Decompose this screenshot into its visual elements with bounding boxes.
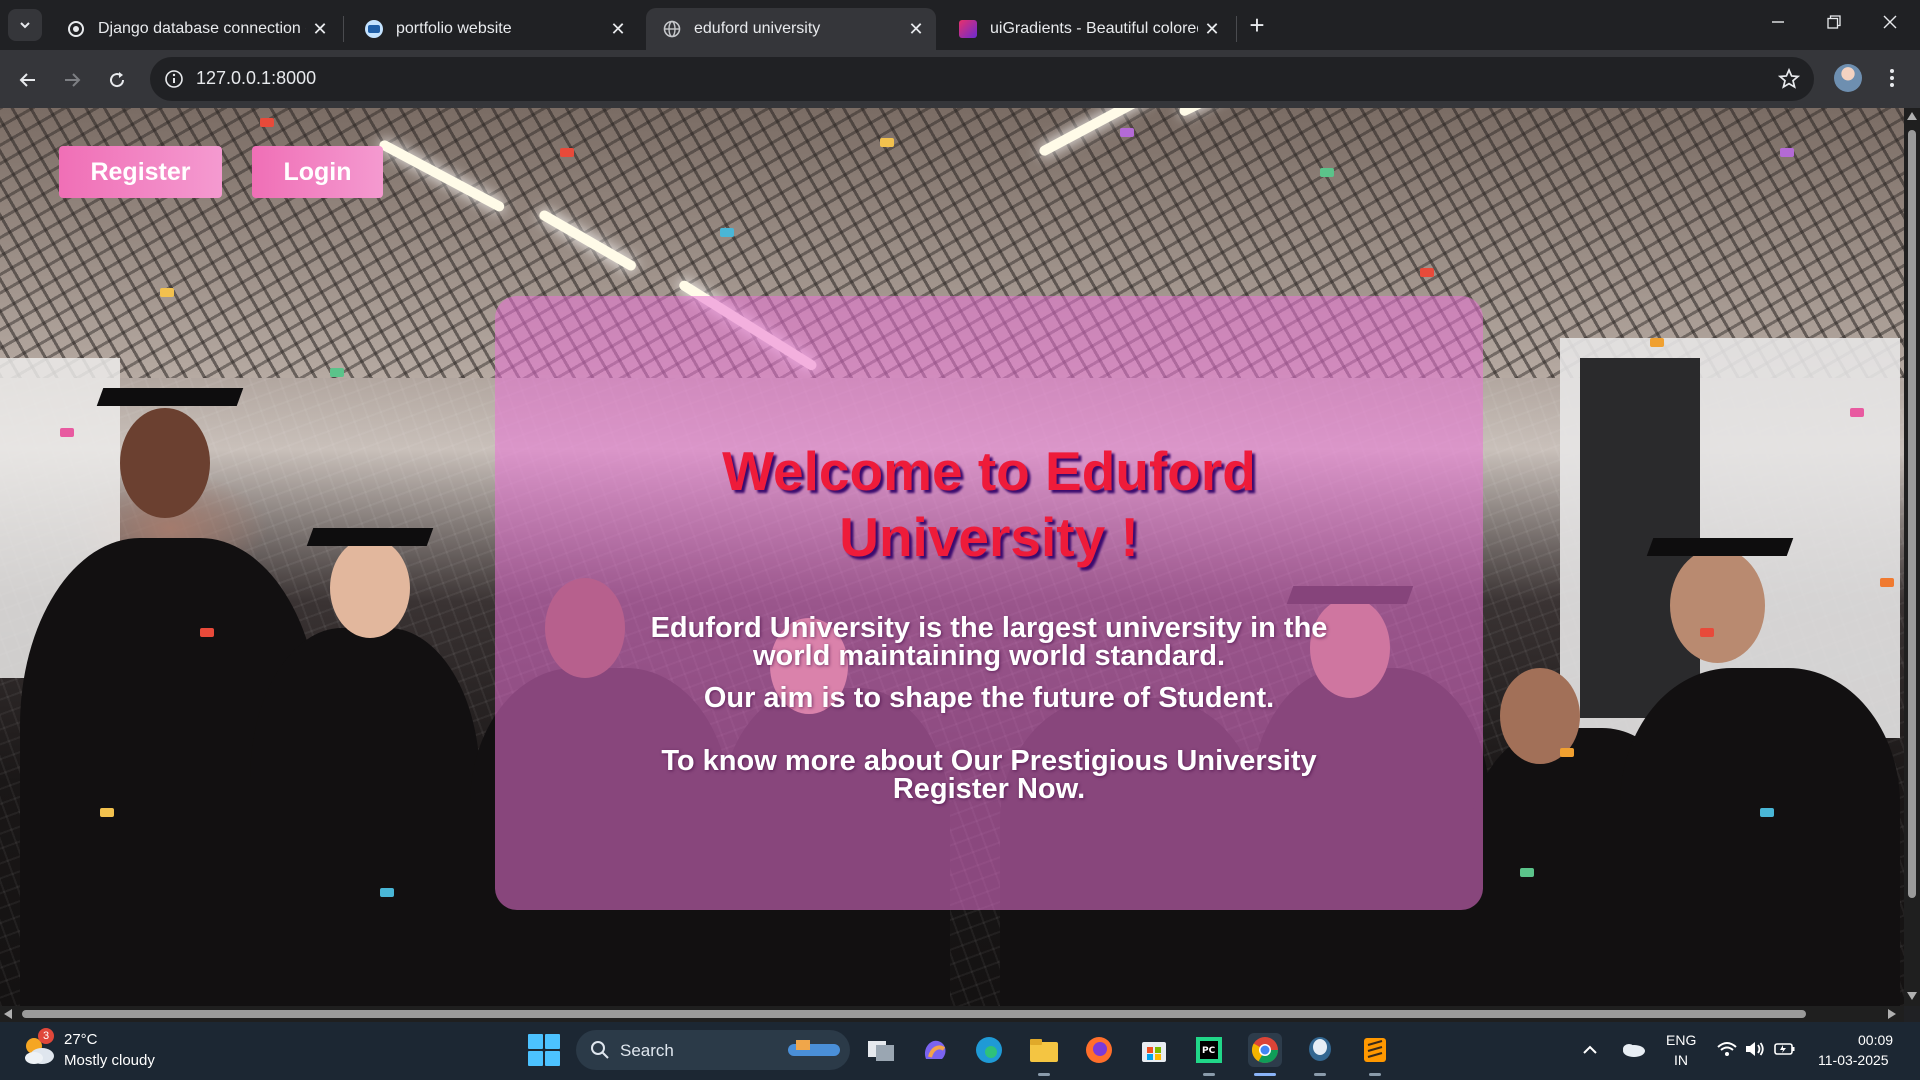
weather-description: Mostly cloudy — [64, 1052, 155, 1069]
tab-divider — [1236, 16, 1237, 42]
svg-text:PC: PC — [1202, 1046, 1216, 1056]
vertical-scrollbar[interactable] — [1904, 108, 1920, 1006]
close-window-button[interactable] — [1862, 0, 1918, 44]
uigradients-icon — [958, 19, 978, 39]
firefox-icon[interactable] — [1082, 1033, 1116, 1067]
close-icon[interactable]: ✕ — [1198, 15, 1226, 43]
tab-eduford[interactable]: eduford university ✕ — [646, 8, 936, 50]
clock-time: 00:09 — [1858, 1032, 1894, 1048]
profile-avatar[interactable] — [1834, 64, 1862, 92]
browser-menu-icon[interactable] — [1880, 62, 1904, 94]
site-info-icon[interactable] — [162, 67, 186, 91]
tab-title: uiGradients - Beautiful colored — [990, 20, 1198, 37]
tab-title: portfolio website — [396, 20, 512, 37]
intro-paragraph: Eduford University is the largest univer… — [575, 614, 1403, 672]
tab-divider — [343, 16, 344, 42]
tab-search-button[interactable] — [8, 9, 42, 41]
postgresql-icon[interactable] — [1303, 1033, 1337, 1067]
page-viewport: Register Login Welcome to Eduford Univer… — [0, 108, 1904, 1006]
show-hidden-icons-button[interactable] — [1582, 1042, 1598, 1060]
weather-alert-badge: 3 — [38, 1028, 54, 1044]
reload-icon — [110, 72, 125, 88]
heading-line-2: University ! — [839, 506, 1139, 568]
close-icon — [1883, 15, 1897, 29]
welcome-heading: Welcome to Eduford University ! — [595, 438, 1383, 570]
tab-django[interactable]: Django database connection er ✕ — [50, 8, 340, 50]
restore-button[interactable] — [1806, 0, 1862, 44]
language-region: IN — [1674, 1052, 1688, 1068]
close-icon[interactable]: ✕ — [902, 15, 930, 43]
close-icon[interactable]: ✕ — [604, 15, 632, 43]
heading-line-1: Welcome to Eduford — [722, 440, 1256, 502]
minimize-button[interactable] — [1750, 0, 1806, 44]
globe-icon — [662, 19, 682, 39]
microsoft-store-icon[interactable] — [1137, 1033, 1171, 1067]
copilot-icon[interactable] — [918, 1033, 952, 1067]
app-running-indicator — [1314, 1073, 1326, 1076]
aim-paragraph: Our aim is to shape the future of Studen… — [703, 682, 1275, 714]
scrollbar-thumb[interactable] — [1908, 130, 1916, 898]
reload-button[interactable] — [99, 62, 135, 98]
login-button[interactable]: Login — [252, 146, 383, 198]
chatgpt-icon — [66, 19, 86, 39]
scroll-right-arrow-icon[interactable] — [1888, 1009, 1896, 1019]
register-button[interactable]: Register — [59, 146, 222, 198]
wifi-icon[interactable] — [1716, 1040, 1738, 1063]
app-running-indicator — [1038, 1073, 1050, 1076]
close-icon[interactable]: ✕ — [306, 15, 334, 43]
address-bar[interactable]: 127.0.0.1:8000 — [150, 57, 1814, 101]
windows-start-button[interactable] — [528, 1034, 560, 1066]
bookmark-star-icon[interactable] — [1776, 66, 1802, 92]
scroll-down-arrow-icon[interactable] — [1907, 992, 1917, 1000]
battery-icon[interactable] — [1774, 1041, 1796, 1062]
arrow-left-icon — [19, 73, 35, 87]
windows-taskbar: 3 27°C Mostly cloudy Search PC ENG IN 00… — [0, 1022, 1920, 1080]
tab-strip: Django database connection er ✕ portfoli… — [0, 0, 1920, 50]
arrow-right-icon — [65, 73, 81, 87]
clock-date: 11-03-2025 — [1818, 1052, 1889, 1068]
file-explorer-icon[interactable] — [1027, 1033, 1061, 1067]
tab-title: Django database connection er — [98, 20, 306, 37]
app-running-indicator — [1369, 1073, 1381, 1076]
chevron-up-icon — [1583, 1045, 1597, 1054]
url-text: 127.0.0.1:8000 — [196, 68, 317, 88]
volume-icon[interactable] — [1744, 1040, 1766, 1063]
weather-temperature: 27°C — [64, 1031, 98, 1048]
forward-button[interactable] — [54, 62, 90, 98]
scroll-up-arrow-icon[interactable] — [1907, 112, 1917, 120]
site-icon — [364, 19, 384, 39]
search-label: Search — [620, 1041, 674, 1060]
search-icon — [591, 1041, 609, 1059]
chrome-icon[interactable] — [1248, 1033, 1282, 1067]
tab-portfolio[interactable]: portfolio website ✕ — [348, 8, 638, 50]
back-button[interactable] — [10, 62, 46, 98]
app-active-indicator — [1254, 1073, 1276, 1076]
chevron-down-icon — [20, 22, 30, 29]
welcome-card: Welcome to Eduford University ! Eduford … — [495, 296, 1483, 910]
minimize-icon — [1772, 21, 1784, 23]
intro-line-2: world maintaining world standard. — [752, 640, 1226, 672]
language-code: ENG — [1666, 1032, 1697, 1048]
pycharm-icon[interactable]: PC — [1192, 1033, 1226, 1067]
restore-icon — [1827, 15, 1841, 29]
task-view-icon[interactable] — [864, 1033, 898, 1067]
prompt-line-2: Register Now. — [892, 773, 1086, 805]
sublime-text-icon[interactable] — [1358, 1033, 1392, 1067]
scroll-left-arrow-icon[interactable] — [4, 1009, 12, 1019]
taskbar-search-box[interactable]: Search — [576, 1030, 850, 1070]
app-running-indicator — [1203, 1073, 1215, 1076]
search-highlight-icon — [788, 1040, 840, 1056]
browser-toolbar: 127.0.0.1:8000 — [0, 50, 1920, 108]
edge-browser-icon[interactable] — [972, 1033, 1006, 1067]
register-prompt-paragraph: To know more about Our Prestigious Unive… — [575, 747, 1403, 805]
horizontal-scrollbar[interactable] — [0, 1006, 1904, 1022]
tab-uigradients[interactable]: uiGradients - Beautiful colored ✕ — [942, 8, 1232, 50]
onedrive-icon[interactable] — [1620, 1040, 1646, 1063]
tab-title: eduford university — [694, 20, 821, 37]
scrollbar-thumb[interactable] — [22, 1010, 1806, 1018]
new-tab-button[interactable]: + — [1240, 10, 1274, 40]
